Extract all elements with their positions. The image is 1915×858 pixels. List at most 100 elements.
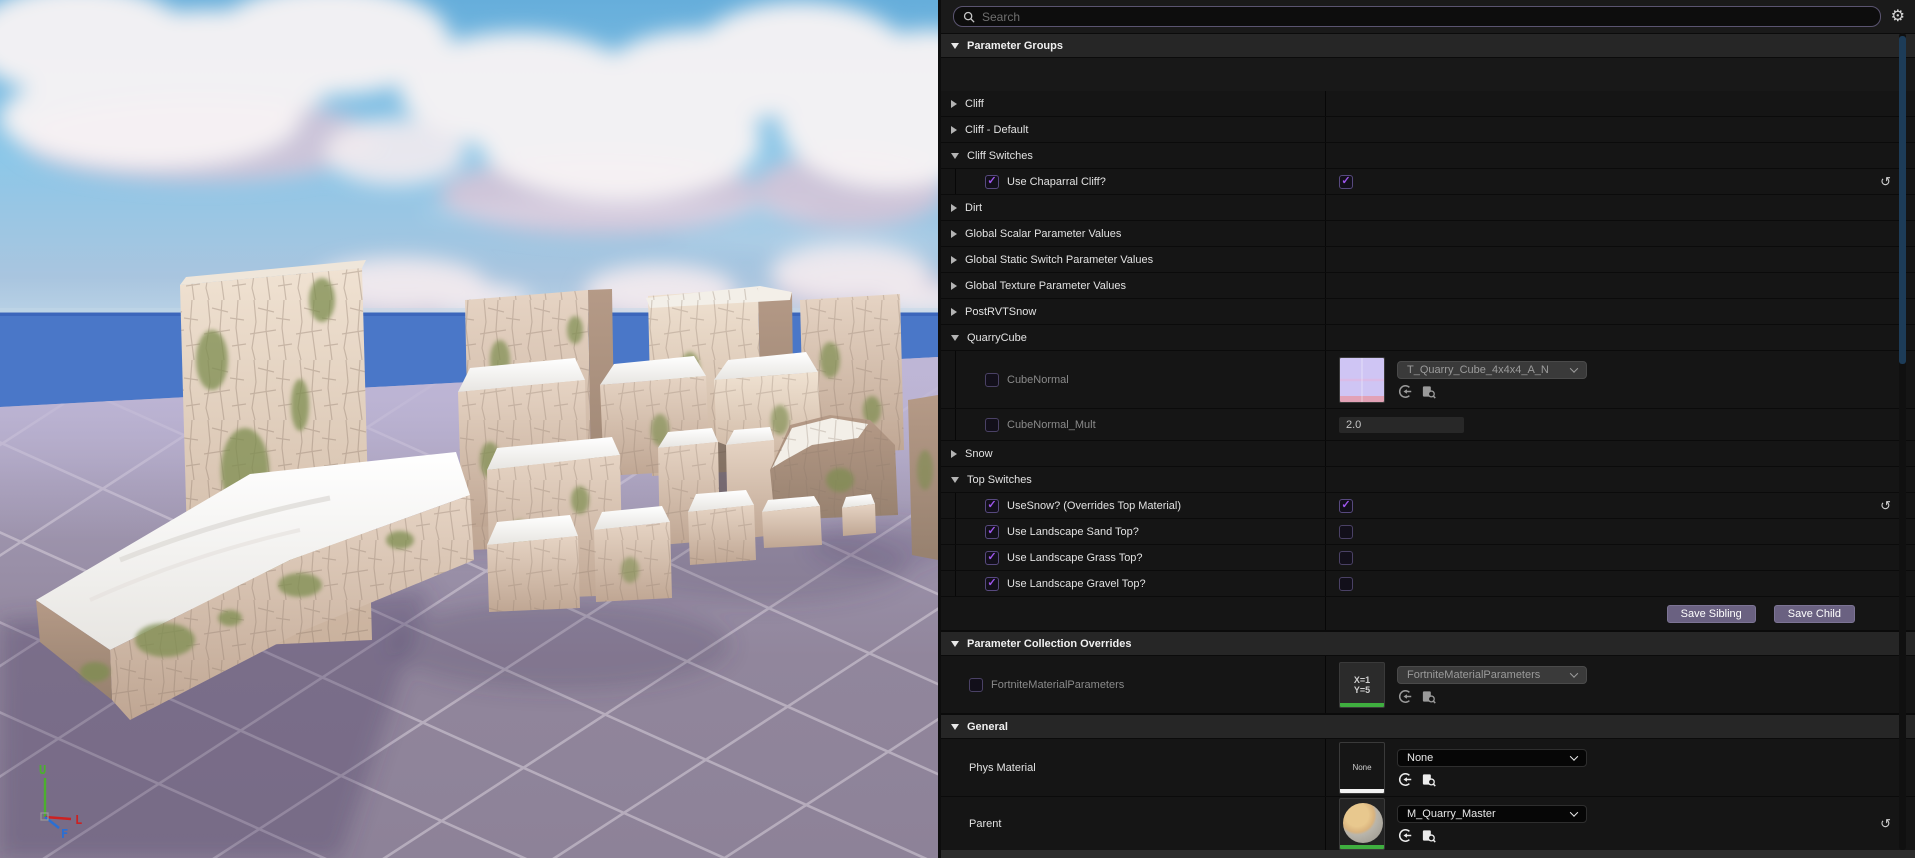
chevron-down-icon [951, 476, 959, 483]
section-title: Parameter Groups [967, 39, 1063, 52]
asset-name: FortniteMaterialParameters [1407, 668, 1541, 681]
scrollbar-track[interactable] [1899, 33, 1906, 850]
chevron-right-icon [951, 449, 957, 458]
value-checkbox[interactable]: ✓ [1339, 174, 1353, 189]
scalar-value-field[interactable]: 2.0 [1339, 416, 1464, 433]
override-checkbox[interactable]: ✓ [985, 498, 999, 513]
use-selected-asset-icon[interactable] [1397, 772, 1412, 787]
chevron-down-icon [1569, 807, 1579, 817]
gizmo-up-label: U [39, 763, 46, 777]
section-parameter-groups[interactable]: Parameter Groups [941, 33, 1915, 58]
param-row-usesnow: ✓ UseSnow? (Overrides Top Material) ✓ ↺ [941, 493, 1915, 519]
group-label: Cliff - Default [965, 123, 1029, 136]
override-checkbox[interactable]: ✓ [985, 550, 999, 565]
asset-name: None [1407, 751, 1434, 764]
use-selected-asset-icon[interactable] [1397, 384, 1412, 399]
asset-dropdown[interactable]: T_Quarry_Cube_4x4x4_A_N [1397, 360, 1587, 379]
search-box[interactable] [953, 6, 1881, 27]
asset-name: T_Quarry_Cube_4x4x4_A_N [1407, 363, 1549, 376]
override-checkbox[interactable]: ✓ [985, 174, 999, 189]
chevron-down-icon [1569, 668, 1579, 678]
override-checkbox[interactable]: ✓ [985, 524, 999, 539]
cube-f2 [487, 515, 580, 612]
material-instance-editor: U L F ⚙ Parameter Groups [0, 0, 1915, 858]
group-label: Global Texture Parameter Values [965, 279, 1127, 292]
param-row-use-chaparral-cliff: ✓ Use Chaparral Cliff? ✓ ↺ [941, 169, 1915, 195]
group-label: Global Static Switch Parameter Values [965, 253, 1154, 266]
reset-to-default-icon[interactable]: ↺ [1880, 816, 1891, 832]
browse-to-asset-icon[interactable] [1421, 384, 1436, 399]
value-checkbox[interactable] [1339, 524, 1353, 539]
browse-to-asset-icon[interactable] [1421, 828, 1436, 843]
texture-thumbnail[interactable] [1339, 356, 1385, 403]
scrollbar-thumb[interactable] [1899, 36, 1906, 364]
viewport-3d[interactable]: U L F [0, 0, 938, 858]
param-row-grass-top: ✓ Use Landscape Grass Top? [941, 545, 1915, 571]
asset-dropdown[interactable]: FortniteMaterialParameters [1397, 665, 1587, 684]
chevron-right-icon [951, 99, 957, 108]
param-row-cubenormal: CubeNormal T_Quarry_Cube_4x4x4_A_N [941, 351, 1915, 409]
row-label: Parent [969, 817, 1002, 830]
group-label: Top Switches [967, 473, 1032, 486]
override-checkbox[interactable] [985, 417, 999, 432]
group-row-global-static-switch[interactable]: Global Static Switch Parameter Values [941, 247, 1915, 273]
chevron-right-icon [951, 307, 957, 316]
group-label: Snow [965, 447, 993, 460]
group-row-postrvtsnow[interactable]: PostRVTSnow [941, 299, 1915, 325]
group-row-cliff-switches[interactable]: Cliff Switches [941, 143, 1915, 169]
save-child-button[interactable]: Save Child [1773, 604, 1855, 623]
use-selected-asset-icon[interactable] [1397, 689, 1412, 704]
group-row-snow[interactable]: Snow [941, 441, 1915, 467]
thumb-text: Y=5 [1353, 684, 1371, 695]
settings-gear-icon[interactable]: ⚙ [1891, 8, 1905, 25]
group-row-global-scalar[interactable]: Global Scalar Parameter Values [941, 221, 1915, 247]
details-panel: ⚙ Parameter Groups Cliff Cliff - Default… [938, 0, 1915, 858]
browse-to-asset-icon[interactable] [1421, 772, 1436, 787]
override-checkbox[interactable]: ✓ [985, 576, 999, 591]
asset-name: M_Quarry_Master [1407, 807, 1496, 820]
group-row-cliff[interactable]: Cliff [941, 91, 1915, 117]
phys-material-dropdown[interactable]: None [1397, 748, 1587, 767]
asset-color-bar [1340, 702, 1384, 707]
chevron-down-icon [951, 152, 959, 159]
chevron-down-icon [951, 42, 959, 49]
chevron-down-icon [951, 723, 959, 730]
group-row-top-switches[interactable]: Top Switches [941, 467, 1915, 493]
param-label: FortniteMaterialParameters [991, 678, 1125, 691]
chevron-right-icon [951, 255, 957, 264]
group-label: Cliff Switches [967, 149, 1033, 162]
override-checkbox[interactable] [969, 677, 983, 692]
parent-material-thumbnail[interactable] [1339, 797, 1385, 850]
group-label: QuarryCube [967, 331, 1027, 344]
use-selected-asset-icon[interactable] [1397, 828, 1412, 843]
section-parameter-collection-overrides[interactable]: Parameter Collection Overrides [941, 631, 1915, 656]
param-label: UseSnow? (Overrides Top Material) [1007, 499, 1182, 512]
value-checkbox[interactable] [1339, 576, 1353, 591]
parent-material-dropdown[interactable]: M_Quarry_Master [1397, 804, 1587, 823]
reset-to-default-icon[interactable]: ↺ [1880, 498, 1891, 514]
chevron-down-icon [1569, 363, 1579, 373]
collection-thumbnail[interactable]: X=1 Y=5 [1339, 661, 1385, 708]
group-row-global-texture[interactable]: Global Texture Parameter Values [941, 273, 1915, 299]
group-row-dirt[interactable]: Dirt [941, 195, 1915, 221]
reset-to-default-icon[interactable]: ↺ [1880, 174, 1891, 190]
value-checkbox[interactable] [1339, 550, 1353, 565]
browse-to-asset-icon[interactable] [1421, 689, 1436, 704]
group-row-quarrycube[interactable]: QuarryCube [941, 325, 1915, 351]
value-checkbox[interactable]: ✓ [1339, 498, 1353, 513]
section-general[interactable]: General [941, 714, 1915, 739]
cube-f4 [688, 490, 756, 565]
chevron-right-icon [951, 229, 957, 238]
chevron-right-icon [951, 125, 957, 134]
chevron-right-icon [951, 281, 957, 290]
phys-material-thumbnail[interactable]: None [1339, 741, 1385, 794]
save-sibling-button[interactable]: Save Sibling [1666, 604, 1756, 623]
cube-f3 [594, 506, 672, 602]
param-label: Use Chaparral Cliff? [1007, 175, 1106, 188]
search-input[interactable] [982, 9, 1871, 24]
override-checkbox[interactable] [985, 372, 999, 387]
group-row-cliff-default[interactable]: Cliff - Default [941, 117, 1915, 143]
thumb-text: None [1352, 763, 1372, 772]
chevron-down-icon [951, 334, 959, 341]
row-parent: Parent M_Quarry_Master ↺ [941, 797, 1915, 850]
